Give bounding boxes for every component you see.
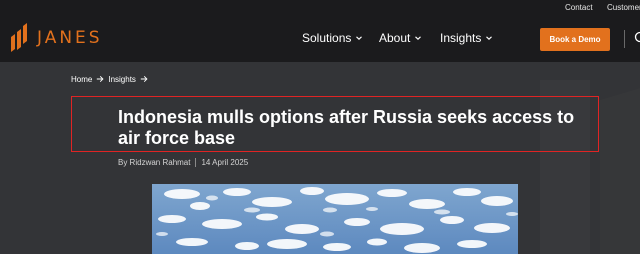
nav-insights[interactable]: Insights [440, 31, 493, 45]
breadcrumb-insights[interactable]: Insights [108, 75, 136, 84]
nav-about-label: About [379, 31, 411, 45]
nav-about[interactable]: About [379, 31, 422, 45]
byline-divider [195, 158, 197, 167]
sky-clouds-image [152, 184, 518, 254]
breadcrumb: Home Insights [71, 73, 152, 85]
contact-link[interactable]: Contact [565, 3, 593, 12]
header-divider [624, 30, 625, 48]
book-demo-button[interactable]: Book a Demo [540, 28, 610, 51]
article-title: Indonesia mulls options after Russia see… [118, 107, 575, 148]
customer-link[interactable]: Customer [607, 3, 640, 12]
nav-insights-label: Insights [440, 31, 482, 45]
janes-logo-mark-icon [11, 23, 27, 52]
arrow-right-icon [140, 75, 148, 83]
article-date: 14 April 2025 [201, 158, 249, 167]
article-hero-image [152, 184, 518, 254]
search-icon[interactable] [634, 31, 640, 45]
article-author[interactable]: By Ridzwan Rahmat [118, 158, 190, 167]
chevron-down-icon [356, 36, 363, 40]
main-header: JANES Solutions About Insights Book a De… [0, 16, 640, 62]
nav-solutions[interactable]: Solutions [302, 31, 363, 45]
nav-solutions-label: Solutions [302, 31, 352, 45]
article-byline: By Ridzwan Rahmat 14 April 2025 [118, 158, 248, 167]
brand-name: JANES [37, 28, 103, 48]
chevron-down-icon [415, 36, 422, 40]
arrow-right-icon [97, 75, 104, 83]
breadcrumb-home[interactable]: Home [71, 75, 92, 84]
janes-logo[interactable]: JANES [8, 23, 103, 53]
chevron-down-icon [486, 36, 493, 40]
utility-bar: Contact Customer [0, 0, 640, 16]
